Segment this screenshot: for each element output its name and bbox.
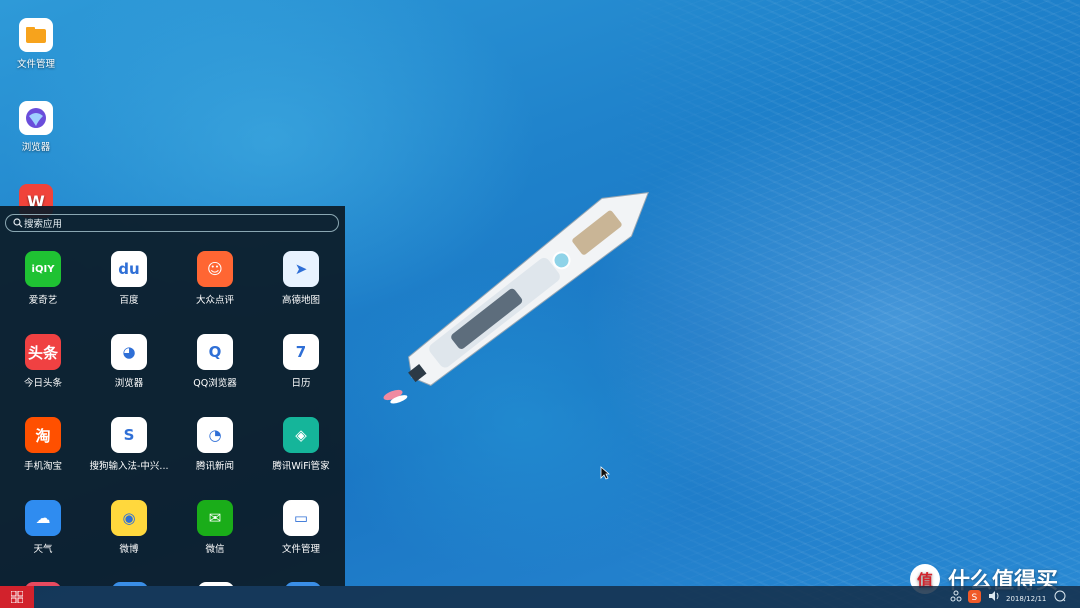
weather-icon: ☁ <box>25 500 61 536</box>
app-item[interactable]: ◔ 腾讯新闻 <box>172 417 258 472</box>
desktop-icon-browser[interactable]: 浏览器 <box>1 101 71 153</box>
search-input[interactable]: 搜索应用 <box>5 214 339 232</box>
app-label: 天气 <box>33 544 53 555</box>
clock-date[interactable]: 2018/12/11 <box>1006 595 1046 603</box>
app-item[interactable]: ◕ 浏览器 <box>86 334 172 389</box>
weibo-icon: ◉ <box>111 500 147 536</box>
mouse-cursor-icon <box>600 466 610 480</box>
toutiao-icon: 头条 <box>25 334 61 370</box>
baidu-paw-icon: du <box>111 251 147 287</box>
tencent-news-icon: ◔ <box>197 417 233 453</box>
amap-arrow-icon: ➤ <box>283 251 319 287</box>
desktop-wallpaper: 文件管理 浏览器 W 搜索应用 iQIY 爱奇艺 du 百度 ☺ 大众点评 ➤ 高德地图 头条今… <box>0 0 1080 608</box>
app-item[interactable]: ➤ 高德地图 <box>258 251 344 306</box>
app-item[interactable]: ☁ 天气 <box>0 500 86 555</box>
app-label: 日历 <box>291 378 311 389</box>
app-item[interactable]: 头条 今日头条 <box>0 334 86 389</box>
app-item[interactable]: S 搜狗输入法-中兴... <box>86 417 172 472</box>
iqiyi-icon: iQIY <box>25 251 61 287</box>
start-menu-panel: 搜索应用 iQIY 爱奇艺 du 百度 ☺ 大众点评 ➤ 高德地图头条今日头条 ◕ 浏览器 Q QQ浏… <box>0 206 345 586</box>
app-item[interactable]: ◉ 微博 <box>86 500 172 555</box>
app-label: 高德地图 <box>281 295 320 306</box>
search-placeholder: 搜索应用 <box>24 219 63 230</box>
start-button[interactable] <box>0 586 34 608</box>
app-label: 搜狗输入法-中兴... <box>89 461 169 472</box>
app-label: 腾讯新闻 <box>195 461 234 472</box>
app-item[interactable]: ☺ 大众点评 <box>172 251 258 306</box>
wifi-shield-icon: ◈ <box>283 417 319 453</box>
notification-icon[interactable] <box>1054 590 1066 605</box>
sogou-icon: S <box>111 417 147 453</box>
grid-icon <box>11 591 23 603</box>
network-icon[interactable] <box>950 590 962 605</box>
app-item[interactable]: ◈ 腾讯WiFi管家 <box>258 417 344 472</box>
taskbar: S 2018/12/11 <box>0 586 1080 608</box>
app-label: 今日头条 <box>23 378 62 389</box>
app-item[interactable]: 7 日历 <box>258 334 344 389</box>
dianping-icon: ☺ <box>197 251 233 287</box>
desktop-icon-file-manager[interactable]: 文件管理 <box>1 18 71 70</box>
wechat-icon: ✉ <box>197 500 233 536</box>
app-label: 文件管理 <box>281 544 320 555</box>
folder-icon <box>19 18 53 52</box>
qq-browser-icon: Q <box>197 334 233 370</box>
svg-text:S: S <box>972 593 978 603</box>
app-label: 百度 <box>119 295 139 306</box>
app-item[interactable]: 淘手机淘宝 <box>0 417 86 472</box>
app-label: 爱奇艺 <box>28 295 58 306</box>
search-icon <box>13 218 23 231</box>
app-item[interactable]: du 百度 <box>86 251 172 306</box>
sogou-tray-icon[interactable]: S <box>968 590 981 606</box>
app-label: 大众点评 <box>195 295 234 306</box>
app-item[interactable]: iQIY 爱奇艺 <box>0 251 86 306</box>
taobao-icon: 淘 <box>25 417 61 453</box>
app-item[interactable]: Q QQ浏览器 <box>172 334 258 389</box>
app-label: 手机淘宝 <box>23 461 62 472</box>
app-label: 浏览器 <box>114 378 144 389</box>
volume-icon[interactable] <box>988 590 1000 605</box>
globe-icon <box>19 101 53 135</box>
app-item[interactable]: ✉ 微信 <box>172 500 258 555</box>
desktop-icon-label: 浏览器 <box>21 142 51 153</box>
app-label: 微博 <box>119 544 139 555</box>
globe-icon: ◕ <box>111 334 147 370</box>
calendar-icon: 7 <box>283 334 319 370</box>
app-label: 腾讯WiFi管家 <box>272 461 330 472</box>
app-item[interactable]: ▭ 文件管理 <box>258 500 344 555</box>
desktop-icon-label: 文件管理 <box>16 59 55 70</box>
app-label: 微信 <box>205 544 225 555</box>
folder-icon: ▭ <box>283 500 319 536</box>
app-label: QQ浏览器 <box>193 378 237 389</box>
